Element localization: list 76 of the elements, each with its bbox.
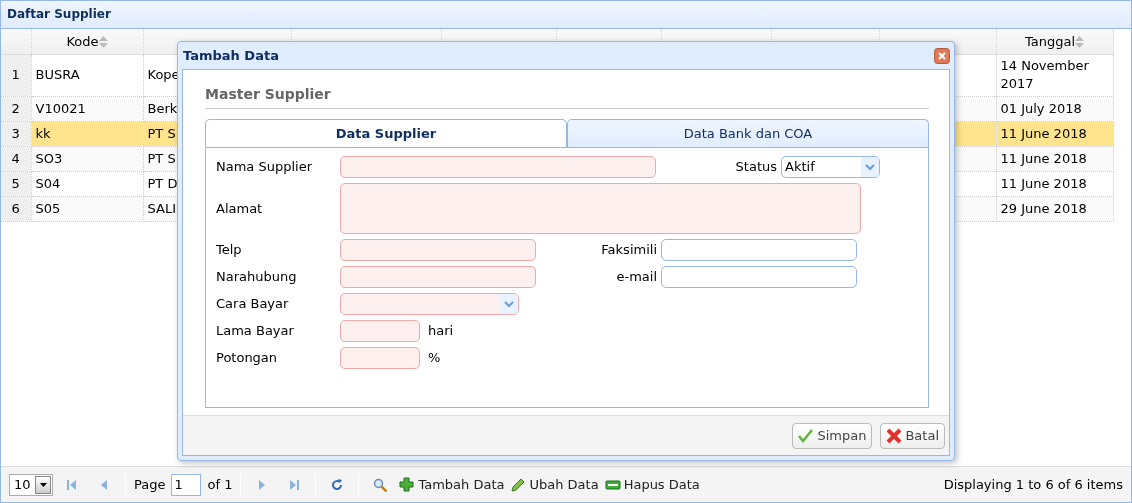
field-label: Alamat <box>216 199 264 218</box>
delete-button[interactable]: Hapus Data <box>604 474 700 495</box>
chevron-icon[interactable] <box>504 301 514 307</box>
input-field[interactable] <box>340 239 536 261</box>
check-icon <box>798 427 815 444</box>
row-number: 2 <box>11 100 20 116</box>
field-label: Potongan <box>216 349 279 367</box>
pencil-icon <box>510 476 527 493</box>
field-label: Cara Bayar <box>216 295 290 313</box>
table-cell: Berk <box>147 100 178 116</box>
row-number: 1 <box>11 66 20 82</box>
table-cell: V10021 <box>35 100 86 116</box>
table-cell: PT S <box>147 150 176 166</box>
input-field[interactable] <box>340 266 536 288</box>
field-label: Faksimili <box>600 241 658 259</box>
table-cell: 01 July 2018 <box>1000 100 1082 116</box>
row-number: 5 <box>11 175 20 191</box>
sort-icon[interactable] <box>98 36 108 48</box>
table-cell: Kope <box>147 66 180 82</box>
row-number: 3 <box>11 125 20 141</box>
row-number: 6 <box>11 200 20 216</box>
table-cell: BUSRA <box>35 66 80 82</box>
plus-icon <box>399 476 416 493</box>
table-cell: kk <box>35 125 51 141</box>
cancel-button[interactable]: Batal <box>880 422 945 449</box>
panel-title: Daftar Supplier <box>1 1 1131 29</box>
table-cell: 14 November 2017 <box>1000 57 1089 92</box>
table-cell: 11 June 2018 <box>1000 125 1087 141</box>
unit-label: % <box>428 349 441 367</box>
table-cell: PT S <box>147 125 176 141</box>
table-cell: 29 June 2018 <box>1000 200 1087 216</box>
input-field[interactable] <box>661 239 857 261</box>
page-size-select[interactable]: 10 <box>9 473 53 496</box>
last-page-icon[interactable] <box>287 477 302 492</box>
tab[interactable]: Data Supplier <box>205 119 567 147</box>
table-cell: SALI <box>147 200 176 216</box>
pagination-info: Displaying 1 to 6 of 6 items <box>943 475 1123 494</box>
field-label: e-mail <box>615 268 658 286</box>
text-area[interactable] <box>340 183 861 234</box>
input-field[interactable] <box>340 347 420 369</box>
field-label: Lama Bayar <box>216 322 295 340</box>
input-field[interactable] <box>340 320 420 342</box>
field-label: Telp <box>216 241 243 259</box>
sort-icon[interactable] <box>1075 36 1085 48</box>
table-cell: SO3 <box>35 150 63 166</box>
field-label: Nama Supplier <box>216 158 313 176</box>
section-heading: Master Supplier <box>205 84 929 109</box>
add-button[interactable]: Tambah Data <box>399 474 505 495</box>
page-label: Page <box>134 475 166 494</box>
dropdown-field[interactable]: Aktif <box>781 156 880 178</box>
input-field[interactable] <box>340 156 656 178</box>
dialog-title: Tambah Data <box>183 46 279 65</box>
close-icon[interactable] <box>934 47 950 64</box>
table-cell: S05 <box>35 200 61 216</box>
first-page-icon[interactable] <box>65 477 79 492</box>
table-cell: PT D <box>147 175 178 191</box>
column-header[interactable]: Kode <box>66 33 99 49</box>
table-cell: S04 <box>35 175 61 191</box>
cross-icon <box>886 427 903 444</box>
search-icon[interactable] <box>373 477 388 492</box>
refresh-icon[interactable] <box>330 477 345 492</box>
table-cell: 11 June 2018 <box>1000 175 1087 191</box>
row-number: 4 <box>11 150 20 166</box>
save-button[interactable]: Simpan <box>792 422 873 449</box>
tab[interactable]: Data Bank dan COA <box>567 119 929 147</box>
field-label: Status <box>734 158 778 176</box>
dropdown-field[interactable] <box>340 293 519 315</box>
caret-icon[interactable] <box>39 482 47 487</box>
chevron-icon[interactable] <box>865 164 875 170</box>
edit-button[interactable]: Ubah Data <box>510 474 599 495</box>
page-count: of 1 <box>207 475 233 494</box>
input-field[interactable] <box>661 266 857 288</box>
unit-label: hari <box>428 322 454 340</box>
page-input[interactable]: 1 <box>171 473 202 496</box>
field-label: Narahubung <box>216 268 298 286</box>
table-cell: 11 June 2018 <box>1000 150 1087 166</box>
